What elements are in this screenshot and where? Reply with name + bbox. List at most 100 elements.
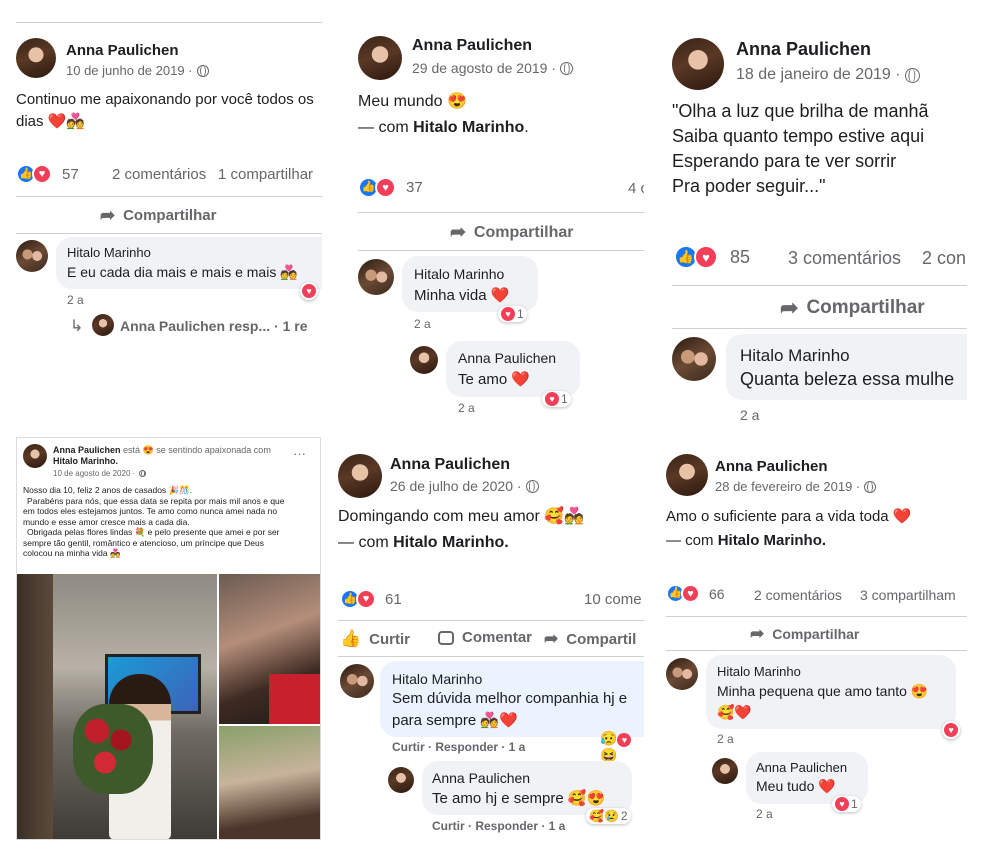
avatar[interactable] [666, 454, 708, 496]
avatar[interactable] [16, 240, 48, 272]
reactions-summary[interactable]: 👍 ♥ 57 [16, 164, 79, 184]
date-text[interactable]: 29 de agosto de 2019 · [412, 60, 556, 76]
comment-reactions[interactable]: 😥 ♥😆 [600, 730, 644, 764]
reaction-count[interactable]: 57 [62, 166, 79, 183]
tagged-person[interactable]: Hitalo Marinho. [53, 456, 118, 466]
comment-icon [438, 630, 454, 645]
comment-author[interactable]: Hitalo Marinho [414, 266, 504, 282]
avatar[interactable] [672, 38, 724, 90]
share-button[interactable]: ➦ Compartilhar [100, 205, 216, 226]
comment-reaction[interactable]: ♥ 1 [542, 391, 571, 407]
comment-time[interactable]: 2 a [717, 732, 734, 746]
avatar[interactable] [358, 36, 402, 80]
post-date[interactable]: 28 de fevereiro de 2019 · [715, 479, 877, 494]
comment-time[interactable]: 2 a [67, 293, 84, 307]
comment-author[interactable]: Hitalo Marinho [392, 671, 482, 687]
avatar[interactable] [666, 658, 698, 690]
photo-top-right[interactable] [219, 574, 320, 724]
comment-reaction-heart[interactable]: ♥ [300, 282, 318, 300]
avatar[interactable] [92, 314, 114, 336]
share-button[interactable]: ➦ Compartilhar [750, 624, 859, 644]
comments-count[interactable]: 3 comentários [788, 248, 901, 269]
post-text-block: Nosso dia 10, feliz 2 anos de casados 🎉🎊… [23, 485, 318, 559]
reactions-summary[interactable]: 👍 ♥ 61 [340, 589, 402, 609]
post-author[interactable]: Anna Paulichen [412, 37, 532, 55]
comment-reaction[interactable]: ♥ 1 [832, 796, 861, 812]
reply-author[interactable]: Anna Paulichen resp... [120, 318, 270, 334]
post-author[interactable]: Anna Paulichen [390, 456, 510, 474]
reactions-summary[interactable]: 👍 ♥ 66 [666, 584, 725, 603]
date-text[interactable]: 10 de junho de 2019 · [66, 63, 193, 78]
post-date[interactable]: 26 de julho de 2020 · [390, 478, 539, 494]
comments-count[interactable]: 2 comentários [112, 166, 206, 183]
comment-author[interactable]: Anna Paulichen [458, 350, 556, 366]
reply-link[interactable]: Anna Paulichen resp... · 1 re [120, 318, 308, 334]
tagged-person[interactable]: Hitalo Marinho. [718, 532, 826, 549]
post-date[interactable]: 29 de agosto de 2019 · [412, 60, 574, 76]
avatar[interactable] [16, 38, 56, 78]
post-text-line: mundo e esse amor cresce mais a cada dia… [23, 516, 190, 527]
comment-author[interactable]: Anna Paulichen [756, 760, 847, 775]
comment-time[interactable]: 2 a [756, 807, 773, 821]
avatar[interactable] [23, 444, 47, 468]
reaction-emojis: 🥰😢 [589, 809, 619, 823]
post-date[interactable]: 10 de agosto de 2020 · [53, 469, 147, 478]
avatar[interactable] [340, 664, 374, 698]
comment-reaction[interactable]: ♥ 1 [498, 306, 527, 322]
post-date[interactable]: 18 de janeiro de 2019 · [736, 66, 920, 84]
avatar[interactable] [358, 259, 394, 295]
comments-count[interactable]: 10 come [584, 591, 642, 608]
tagged-person[interactable]: Hitalo Marinho. [393, 534, 509, 551]
share-button[interactable]: ➦ Compartilhar [780, 295, 925, 321]
reply-count[interactable]: · 1 re [274, 318, 307, 334]
reaction-count[interactable]: 85 [730, 247, 750, 268]
comment-time[interactable]: 2 a [414, 317, 431, 331]
photo-bottom-right[interactable] [219, 726, 320, 839]
reaction-count[interactable]: 37 [406, 179, 423, 196]
date-text[interactable]: 18 de janeiro de 2019 · [736, 66, 901, 84]
avatar[interactable] [338, 454, 382, 498]
divider [338, 620, 644, 621]
comment-author[interactable]: Hitalo Marinho [67, 245, 151, 260]
reaction-count[interactable]: 66 [709, 586, 725, 602]
share-button[interactable]: ➦ Compartilhar [450, 221, 574, 244]
comment-time[interactable]: 2 a [740, 407, 759, 423]
love-icon: ♥ [501, 307, 515, 321]
shares-count[interactable]: 3 compartilham [860, 587, 956, 603]
comment-author[interactable]: Anna Paulichen [432, 770, 530, 786]
avatar[interactable] [672, 337, 716, 381]
comment-actions[interactable]: Curtir · Responder · 1 a [432, 819, 565, 833]
comments-count[interactable]: 2 comentários [754, 587, 842, 603]
more-options-icon[interactable]: ··· [293, 446, 306, 461]
post-date[interactable]: 10 de junho de 2019 · [66, 63, 209, 78]
comment-author[interactable]: Hitalo Marinho [717, 664, 801, 679]
comment-author[interactable]: Hitalo Marinho [740, 346, 850, 366]
date-text[interactable]: 10 de agosto de 2020 · [53, 469, 135, 478]
comment-reaction-heart[interactable]: ♥ [942, 721, 960, 739]
comment-actions[interactable]: Curtir · Responder · 1 a [392, 740, 525, 754]
post-text: Amo o suficiente para a vida toda ❤️ [666, 508, 912, 525]
reactions-summary[interactable]: 👍 ♥ 37 [358, 177, 423, 198]
photo-main[interactable] [17, 574, 217, 839]
date-text[interactable]: 26 de julho de 2020 · [390, 478, 522, 494]
shares-count[interactable]: 2 con [922, 248, 966, 269]
shares-count[interactable]: 1 compartilhar [218, 166, 313, 183]
avatar[interactable] [410, 346, 438, 374]
post-author[interactable]: Anna Paulichen [736, 39, 871, 60]
comments-count[interactable]: 4 c [628, 180, 644, 197]
comment-button[interactable]: Comentar [438, 629, 532, 646]
like-button[interactable]: 👍 Curtir [340, 629, 410, 649]
post-author[interactable]: Anna Paulichen [715, 458, 828, 475]
comment-text-line2: 🥰❤️ [717, 704, 752, 720]
comment-time[interactable]: 2 a [458, 401, 475, 415]
tagged-person[interactable]: Hitalo Marinho [413, 119, 524, 136]
reaction-count[interactable]: 61 [385, 591, 402, 608]
avatar[interactable] [712, 758, 738, 784]
share-button[interactable]: ➦ Compartil [544, 629, 636, 649]
reactions-summary[interactable]: 👍 ♥ 85 [674, 245, 750, 269]
comment-reaction[interactable]: 🥰😢 2 [586, 808, 631, 824]
post-author[interactable]: Anna Paulichen [66, 42, 179, 59]
date-text[interactable]: 28 de fevereiro de 2019 · [715, 479, 860, 494]
post-author[interactable]: Anna Paulichen [53, 445, 121, 455]
avatar[interactable] [388, 767, 414, 793]
